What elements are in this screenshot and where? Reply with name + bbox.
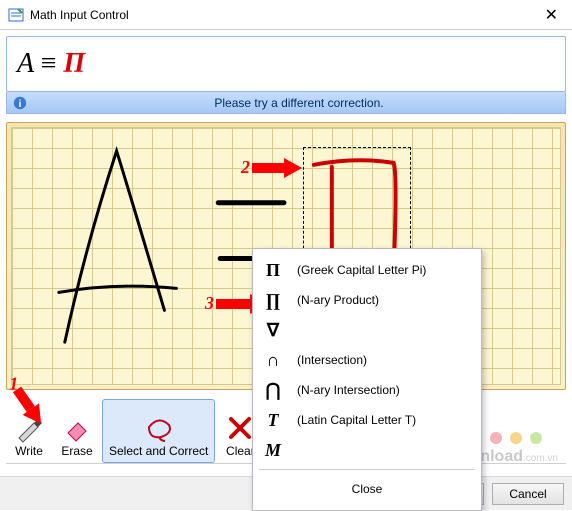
preview-expression: A ≡ Π: [17, 48, 85, 80]
symbol-latin-t: T: [263, 410, 283, 431]
app-icon: [8, 7, 24, 23]
preview-pi: Π: [63, 48, 85, 79]
select-and-correct-button[interactable]: Select and Correct: [102, 399, 215, 463]
window-title: Math Input Control: [30, 8, 539, 22]
menu-close[interactable]: Close: [253, 474, 481, 504]
symbol-nary-intersection: ⋂: [263, 380, 283, 401]
symbol-greek-pi: Π: [263, 260, 283, 281]
dot-pink: [490, 432, 502, 444]
menu-item-nabla[interactable]: ∇: [253, 315, 481, 345]
label-intersection: (Intersection): [297, 353, 367, 367]
menu-item-m[interactable]: M: [253, 435, 481, 465]
write-label: Write: [15, 444, 43, 458]
dot-green: [530, 432, 542, 444]
menu-separator: [259, 469, 475, 470]
menu-item-nary-intersection[interactable]: ⋂ (N-ary Intersection): [253, 375, 481, 405]
dot-orange: [510, 432, 522, 444]
clear-label: Clear: [226, 444, 255, 458]
correction-menu[interactable]: Π (Greek Capital Letter Pi) ∏ (N-ary Pro…: [252, 248, 482, 511]
symbol-nabla: ∇: [263, 320, 283, 341]
annotation-num-3: 3: [205, 293, 214, 314]
lasso-icon: [143, 412, 175, 444]
select-correct-label: Select and Correct: [109, 444, 208, 458]
preview-box: A ≡ Π: [6, 36, 566, 92]
titlebar: Math Input Control ✕: [0, 0, 572, 30]
label-latin-t: (Latin Capital Letter T): [297, 413, 416, 427]
menu-item-intersection[interactable]: ∩ (Intersection): [253, 345, 481, 375]
symbol-nary-product: ∏: [263, 290, 283, 311]
wm-ext: .com.vn: [523, 453, 558, 464]
label-nary-intersection: (N-ary Intersection): [297, 383, 400, 397]
annotation-num-2: 2: [241, 157, 250, 178]
eraser-icon: [61, 412, 93, 444]
label-greek-pi: (Greek Capital Letter Pi): [297, 263, 426, 277]
cancel-label: Cancel: [509, 487, 546, 501]
annotation-arrow-2: 2: [239, 157, 302, 178]
info-icon: i: [11, 94, 29, 112]
svg-text:i: i: [19, 99, 22, 110]
symbol-intersection: ∩: [263, 350, 283, 371]
close-icon[interactable]: ✕: [539, 5, 564, 25]
symbol-m: M: [263, 440, 283, 461]
menu-item-latin-t[interactable]: T (Latin Capital Letter T): [253, 405, 481, 435]
status-bar: i Please try a different correction.: [6, 92, 566, 114]
menu-close-label: Close: [352, 482, 383, 496]
erase-button[interactable]: Erase: [54, 399, 100, 463]
annotation-num-1: 1: [9, 373, 18, 394]
label-nary-product: (N-ary Product): [297, 293, 379, 307]
menu-item-greek-pi[interactable]: Π (Greek Capital Letter Pi): [253, 255, 481, 285]
cancel-button[interactable]: Cancel: [492, 483, 564, 505]
menu-item-nary-product[interactable]: ∏ (N-ary Product): [253, 285, 481, 315]
erase-label: Erase: [61, 444, 92, 458]
status-message: Please try a different correction.: [33, 96, 565, 110]
preview-a: A: [17, 48, 34, 79]
preview-equiv: ≡: [41, 48, 57, 79]
